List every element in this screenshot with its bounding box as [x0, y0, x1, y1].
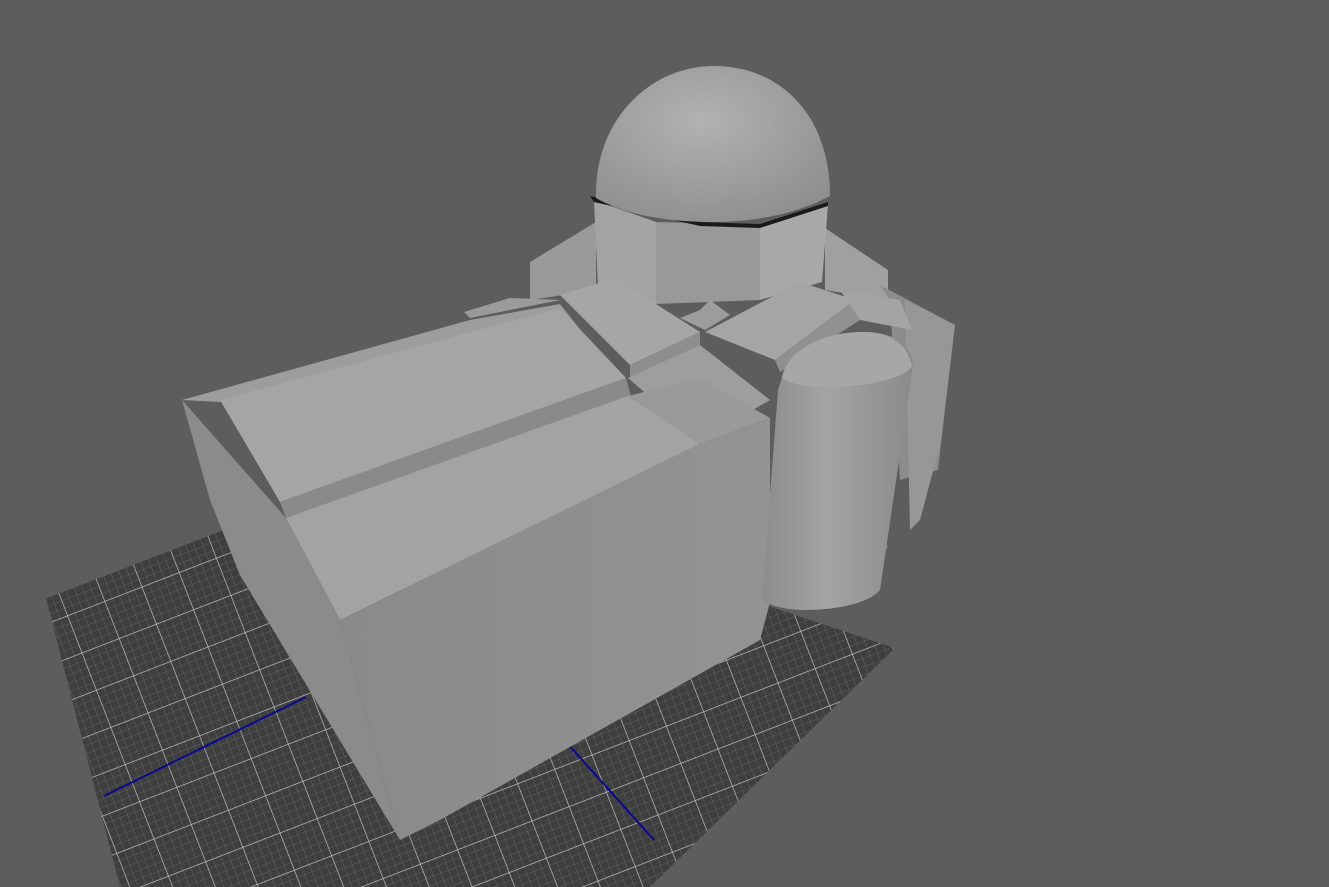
dome	[595, 66, 830, 222]
viewport-canvas[interactable]	[0, 0, 1329, 887]
side-cylinder	[762, 332, 913, 610]
3d-viewport[interactable]	[0, 0, 1329, 887]
